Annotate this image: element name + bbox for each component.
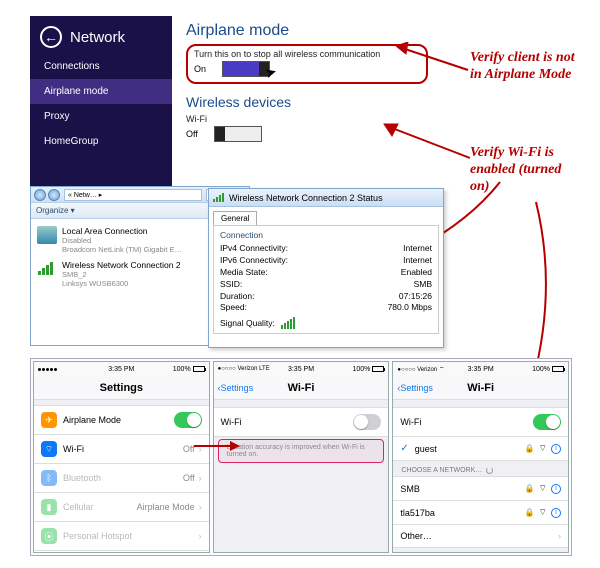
- cellular-icon: ▮: [41, 499, 57, 515]
- network-row[interactable]: tla517ba 🔒⌔i: [393, 500, 568, 525]
- network-other[interactable]: Other… ›: [393, 524, 568, 548]
- cell-bluetooth[interactable]: ᛒBluetooth Off›: [34, 463, 209, 493]
- carrier-label: ●○○○○ Verizon ⌔: [397, 365, 444, 373]
- wifi-toggle[interactable]: [353, 414, 381, 430]
- cell-wifi-switch[interactable]: Wi-Fi: [393, 407, 568, 437]
- cell-hotspot: ⦿Personal Hotspot ›: [34, 521, 209, 551]
- ios-wifi-on: ●○○○○ Verizon ⌔ 3:35 PM 100% ‹ Settings …: [392, 361, 569, 553]
- back-button[interactable]: ‹ Settings: [397, 383, 433, 393]
- airplane-state-label: On: [194, 64, 212, 74]
- chevron-right-icon: ›: [558, 531, 561, 541]
- carrier-label: ●○○○○ Verizon LTE: [218, 366, 270, 372]
- info-icon[interactable]: i: [551, 484, 561, 494]
- wifi-bars-icon: [37, 260, 57, 278]
- sidebar-item-airplane[interactable]: Airplane mode: [30, 79, 172, 104]
- arrow-icon: [396, 42, 472, 76]
- airplane-icon: ✈: [41, 412, 57, 428]
- ios-wifi-off: ●○○○○ Verizon LTE 3:35 PM 100% ‹ Setting…: [213, 361, 390, 553]
- info-icon[interactable]: i: [551, 444, 561, 454]
- nav-title: Wi-Fi: [467, 382, 494, 394]
- tab-general[interactable]: General: [213, 211, 257, 225]
- wifi-icon: ⌔: [41, 441, 57, 457]
- wifi-status-icon: ⌔: [439, 367, 445, 373]
- network-row[interactable]: SMB 🔒⌔i: [393, 476, 568, 501]
- arrow-icon: [192, 438, 240, 454]
- check-icon: ✓: [400, 443, 408, 454]
- back-icon[interactable]: ←: [40, 26, 62, 48]
- win8-title-row: ← Network: [30, 16, 172, 54]
- info-icon[interactable]: i: [551, 508, 561, 518]
- nav-back-icon[interactable]: [34, 189, 46, 201]
- signal-icon: [213, 192, 225, 204]
- signal-bars-icon: [281, 317, 295, 329]
- chevron-right-icon: ›: [199, 502, 202, 512]
- cell-vpn[interactable]: VPNVPN: [34, 550, 209, 552]
- wifi-icon: ⌔: [539, 443, 547, 454]
- cell-connected-network[interactable]: ✓guest 🔒⌔i: [393, 436, 568, 461]
- nav-title: Wi-Fi: [288, 382, 315, 394]
- sidebar-item-homegroup[interactable]: HomeGroup: [30, 129, 172, 154]
- wnc-status-dialog: Wireless Network Connection 2 Status Gen…: [208, 188, 444, 348]
- cell-cellular: ▮Cellular Airplane Mode›: [34, 492, 209, 522]
- lock-icon: 🔒: [525, 484, 535, 493]
- win8-title: Network: [70, 29, 125, 46]
- wifi-toggle[interactable]: [533, 414, 561, 430]
- airplane-highlight-box: Turn this on to stop all wireless commun…: [186, 44, 428, 84]
- cell-wifi[interactable]: ⌔Wi-Fi Off›: [34, 434, 209, 464]
- airplane-toggle[interactable]: ➤: [222, 61, 270, 77]
- cell-airplane[interactable]: ✈Airplane Mode: [34, 405, 209, 435]
- address-bar[interactable]: « Netw… ▸: [64, 189, 202, 201]
- airplane-heading: Airplane mode: [186, 22, 428, 40]
- wifi-icon: ⌔: [539, 483, 547, 494]
- lock-icon: 🔒: [525, 444, 535, 453]
- arrow-icon: [382, 118, 474, 170]
- cell-wifi-switch[interactable]: Wi-Fi: [214, 407, 389, 437]
- wifi-icon: ⌔: [539, 507, 547, 518]
- airplane-desc: Turn this on to stop all wireless commun…: [194, 49, 420, 59]
- wireless-heading: Wireless devices: [186, 94, 428, 110]
- cursor-icon: ➤: [263, 63, 279, 82]
- lock-icon: 🔒: [525, 508, 535, 517]
- win8-network-panel: ← Network Connections Airplane mode Prox…: [30, 16, 438, 186]
- status-body: Connection IPv4 Connectivity:Internet IP…: [213, 225, 439, 334]
- nav-title: Settings: [100, 382, 143, 394]
- sidebar-item-proxy[interactable]: Proxy: [30, 104, 172, 129]
- signal-dots-icon: [38, 368, 57, 371]
- airplane-toggle[interactable]: [174, 412, 202, 428]
- sidebar-item-connections[interactable]: Connections: [30, 54, 172, 79]
- chevron-right-icon: ›: [199, 531, 202, 541]
- lan-icon: [37, 226, 57, 244]
- ios-screens: 3:35 PM 100% Settings ✈Airplane Mode ⌔Wi…: [30, 358, 572, 556]
- bluetooth-icon: ᛒ: [41, 470, 57, 486]
- annotation-airplane: Verify client is not in Airplane Mode: [470, 50, 580, 84]
- nav-fwd-icon[interactable]: [48, 189, 60, 201]
- spinner-icon: [486, 467, 493, 474]
- wifi-state-label: Off: [186, 129, 204, 139]
- back-button[interactable]: ‹ Settings: [218, 383, 254, 393]
- wifi-toggle[interactable]: [214, 126, 262, 142]
- hotspot-icon: ⦿: [41, 528, 57, 544]
- ios-settings: 3:35 PM 100% Settings ✈Airplane Mode ⌔Wi…: [33, 361, 210, 553]
- win8-sidebar: ← Network Connections Airplane mode Prox…: [30, 16, 172, 186]
- choose-network-header: CHOOSE A NETWORK…: [393, 461, 568, 477]
- wifi-location-note: Location accuracy is improved when Wi-Fi…: [218, 439, 385, 463]
- status-titlebar: Wireless Network Connection 2 Status: [209, 189, 443, 207]
- chevron-right-icon: ›: [199, 473, 202, 483]
